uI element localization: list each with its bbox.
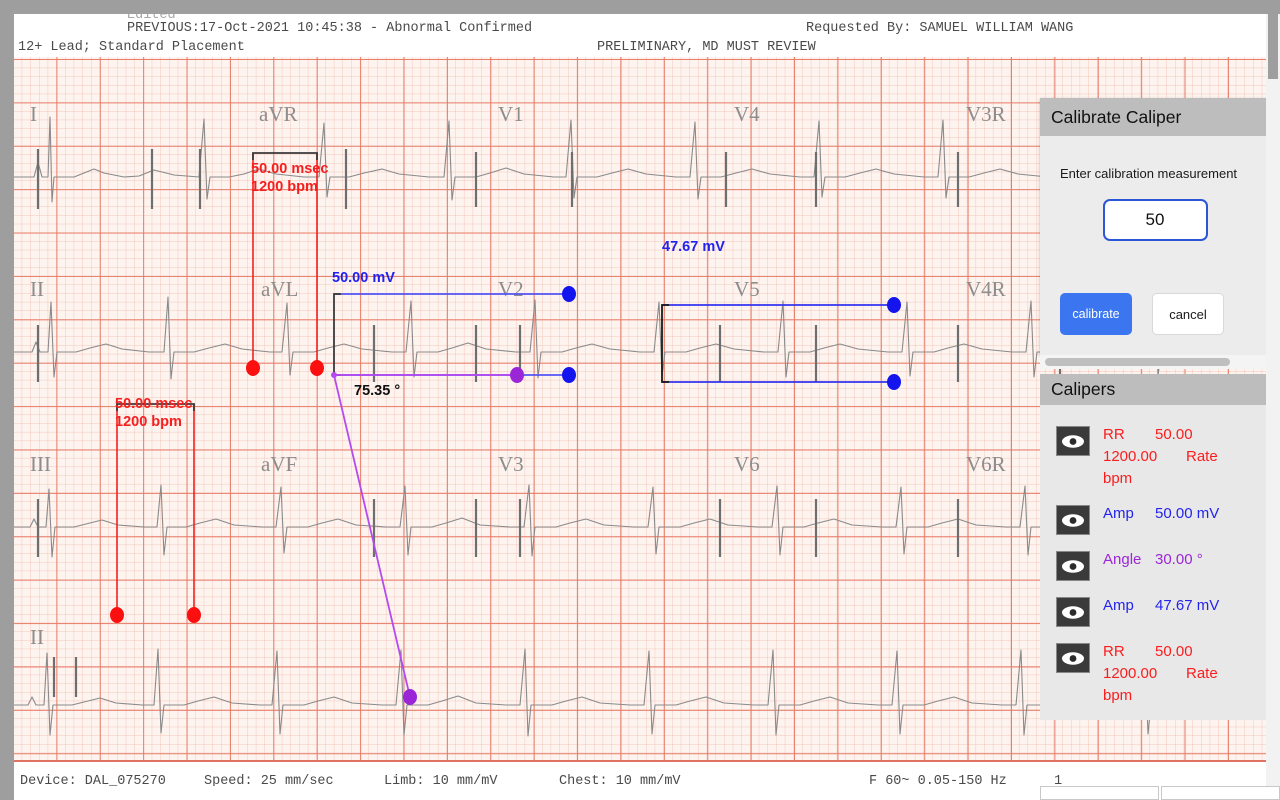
ecg-report-footer: Device: DAL_075270 Speed: 25 mm/sec Limb… bbox=[14, 764, 1266, 786]
caliper-value-secondary: 1200.00 bbox=[1103, 665, 1158, 682]
caliper-rr-left-label-2: 1200 bpm bbox=[115, 414, 182, 430]
caliper-amp-2[interactable] bbox=[661, 297, 901, 390]
footer-chest-gain: Chest: 10 mm/mV bbox=[559, 774, 681, 786]
footer-device: Device: DAL_075270 bbox=[20, 774, 166, 786]
caliper-type-label: Amp bbox=[1103, 597, 1134, 615]
bottom-tab-1[interactable] bbox=[1040, 786, 1159, 800]
caliper-value: 50.00 bbox=[1155, 426, 1193, 443]
dialog-title: Calibrate Caliper bbox=[1040, 98, 1270, 136]
caliper-amp-1-label: 50.00 mV bbox=[332, 270, 395, 286]
calibrate-button[interactable]: calibrate bbox=[1060, 293, 1132, 335]
ecg-bottom-rule bbox=[14, 760, 1266, 762]
right-side-panel: Calibrate Caliper Enter calibration meas… bbox=[1040, 98, 1270, 720]
caliper-rate-label: Rate bbox=[1186, 665, 1218, 682]
caliper-amp-2-label: 47.67 mV bbox=[662, 239, 725, 255]
dialog-button-row: calibrate cancel bbox=[1060, 293, 1252, 335]
caliper-value: 47.67 mV bbox=[1155, 597, 1220, 615]
calibrate-caliper-dialog: Calibrate Caliper Enter calibration meas… bbox=[1040, 98, 1270, 355]
caliper-type-label: Amp bbox=[1103, 505, 1134, 523]
caliper-value: 50.00 mV bbox=[1155, 505, 1220, 523]
window-top-chrome bbox=[0, 0, 1280, 14]
caliper-type-label: RR bbox=[1103, 643, 1125, 661]
eye-icon[interactable] bbox=[1056, 505, 1090, 536]
caliper-type-label: Angle bbox=[1103, 551, 1142, 569]
caliper-angle-1-label: 75.35 ° bbox=[354, 383, 400, 399]
calibration-measurement-input[interactable] bbox=[1102, 199, 1208, 241]
caliper-rr-left[interactable] bbox=[110, 403, 201, 623]
caliper-value-unit: bpm bbox=[1103, 686, 1133, 704]
eye-icon[interactable] bbox=[1056, 597, 1090, 628]
footer-filter: F 60~ 0.05-150 Hz bbox=[869, 774, 1007, 786]
eye-icon[interactable] bbox=[1056, 551, 1090, 582]
caliper-list-item[interactable]: RR 50.00 1200.00 Rate bpm bbox=[1040, 634, 1270, 713]
caliper-measurement: RR 50.00 1200.00 Rate bpm bbox=[1103, 424, 1238, 489]
eye-icon[interactable] bbox=[1056, 643, 1090, 674]
cancel-button[interactable]: cancel bbox=[1152, 293, 1224, 335]
panel-horizontal-scrollbar-thumb[interactable] bbox=[1045, 358, 1230, 366]
calipers-panel-title: Calipers bbox=[1040, 374, 1270, 405]
caliper-rr-left-label-1: 50.00 msec bbox=[115, 396, 192, 412]
ecg-report-header: Edited PREVIOUS:17-Oct-2021 10:45:38 - A… bbox=[14, 14, 1266, 57]
caliper-list: RR 50.00 1200.00 Rate bpm Amp 50.00 mV Angle 30.… bbox=[1040, 405, 1270, 720]
bottom-tab-2[interactable] bbox=[1161, 786, 1280, 800]
caliper-value-unit: bpm bbox=[1103, 469, 1133, 487]
caliper-type-label: RR bbox=[1103, 426, 1125, 443]
header-preliminary-status: PRELIMINARY, MD MUST REVIEW bbox=[597, 40, 816, 55]
header-requested-by: Requested By: SAMUEL WILLIAM WANG bbox=[806, 21, 1074, 36]
caliper-value-secondary: 1200.00 bbox=[1103, 447, 1158, 465]
panel-horizontal-scrollbar[interactable] bbox=[1040, 355, 1270, 369]
header-previous-study: PREVIOUS:17-Oct-2021 10:45:38 - Abnormal… bbox=[127, 21, 533, 36]
window-vertical-scrollbar-thumb[interactable] bbox=[1268, 14, 1278, 79]
caliper-rate-label: Rate bbox=[1186, 447, 1218, 465]
calipers-panel: Calipers RR 50.00 1200.00 Rate bpm Amp 50.00 m… bbox=[1040, 374, 1270, 720]
bottom-tab-strip bbox=[1040, 786, 1280, 800]
caliper-list-item[interactable]: Amp 47.67 mV bbox=[1040, 588, 1270, 634]
caliper-list-item[interactable]: Amp 50.00 mV bbox=[1040, 496, 1270, 542]
caliper-list-item[interactable]: RR 50.00 1200.00 Rate bpm bbox=[1040, 417, 1270, 496]
caliper-measurement: Angle 30.00 ° bbox=[1103, 549, 1238, 571]
caliper-amp-1[interactable] bbox=[333, 286, 576, 383]
caliper-value: 30.00 ° bbox=[1155, 551, 1203, 569]
caliper-list-item[interactable]: Angle 30.00 ° bbox=[1040, 542, 1270, 588]
footer-limb-gain: Limb: 10 mm/mV bbox=[384, 774, 498, 786]
caliper-value: 50.00 bbox=[1155, 643, 1193, 661]
caliper-angle-1[interactable] bbox=[331, 367, 524, 705]
window-left-chrome bbox=[0, 14, 14, 800]
header-lead-config: 12+ Lead; Standard Placement bbox=[18, 40, 245, 55]
window-vertical-scrollbar[interactable] bbox=[1266, 14, 1280, 800]
footer-speed: Speed: 25 mm/sec bbox=[204, 774, 334, 786]
caliper-measurement: Amp 47.67 mV bbox=[1103, 595, 1238, 617]
caliper-rr-top-label-2: 1200 bpm bbox=[251, 179, 318, 195]
dialog-prompt: Enter calibration measurement bbox=[1060, 166, 1238, 181]
caliper-measurement: RR 50.00 1200.00 Rate bpm bbox=[1103, 641, 1238, 706]
eye-icon[interactable] bbox=[1056, 426, 1090, 456]
dialog-body: Enter calibration measurement calibrate … bbox=[1040, 136, 1270, 355]
ecg-viewer-root: Edited PREVIOUS:17-Oct-2021 10:45:38 - A… bbox=[0, 0, 1280, 800]
footer-page-number: 1 bbox=[1054, 774, 1063, 786]
caliper-measurement: Amp 50.00 mV bbox=[1103, 503, 1238, 525]
caliper-rr-top-label-1: 50.00 msec bbox=[251, 161, 328, 177]
